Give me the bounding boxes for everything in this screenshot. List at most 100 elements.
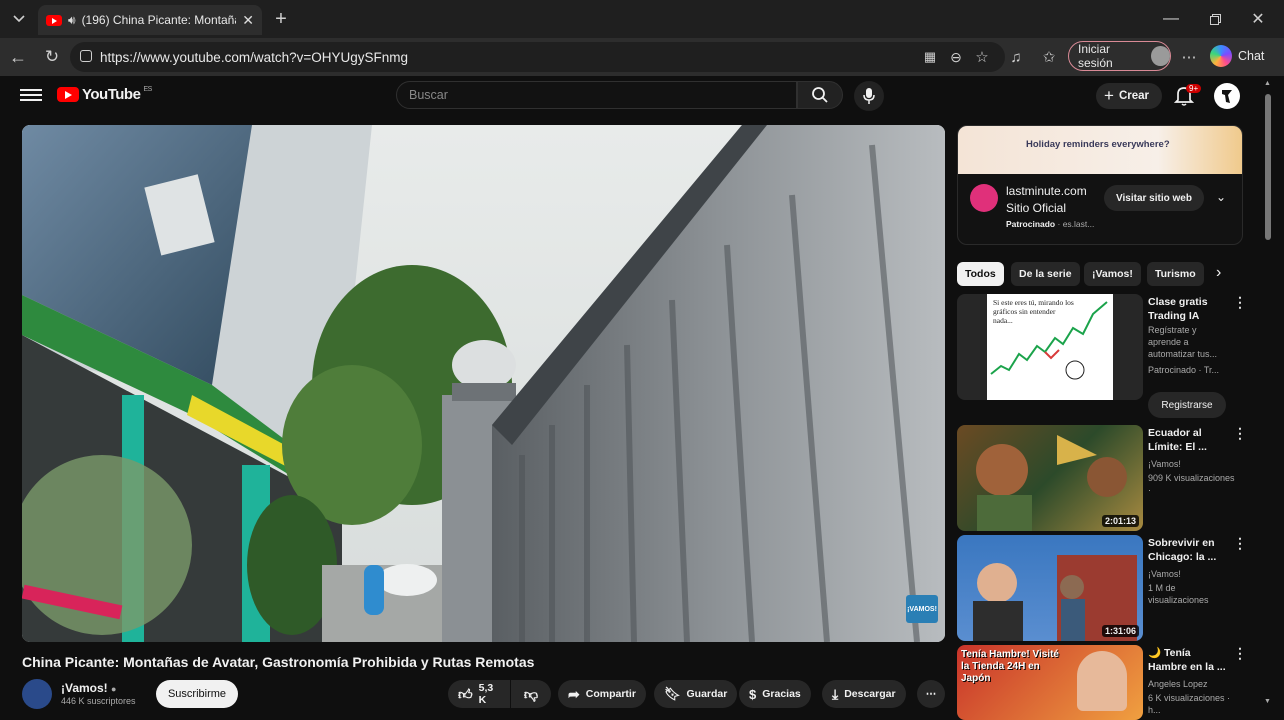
reload-icon[interactable]: ↻ bbox=[39, 44, 65, 70]
save-label: Guardar bbox=[686, 688, 728, 700]
browser-tab[interactable]: 🔊︎ (196) China Picante: Montañas ✕ bbox=[38, 5, 262, 35]
search-button[interactable] bbox=[797, 81, 843, 109]
chip-turismo[interactable]: Turismo bbox=[1147, 262, 1204, 286]
favorites-icon[interactable]: ✩ bbox=[1036, 44, 1062, 70]
create-button[interactable]: + Crear bbox=[1096, 83, 1162, 109]
register-button[interactable]: Registrarse bbox=[1148, 392, 1226, 418]
scroll-down-arrow-icon[interactable]: ▼ bbox=[1264, 698, 1271, 705]
search-placeholder: Buscar bbox=[409, 88, 448, 102]
scroll-up-arrow-icon[interactable]: ▲ bbox=[1264, 80, 1271, 87]
channel-watermark[interactable]: ¡VAMOS! bbox=[906, 595, 938, 623]
minimize-icon[interactable]: — bbox=[1158, 6, 1184, 32]
chip-de-la-serie[interactable]: De la serie bbox=[1011, 262, 1080, 286]
voice-search-button[interactable] bbox=[854, 81, 884, 111]
thumbs-up-icon: 👍︎ bbox=[458, 685, 473, 702]
chat-label: Chat bbox=[1238, 49, 1265, 63]
rec-thumbnail[interactable]: 1:31:06 bbox=[957, 535, 1143, 641]
new-tab-icon[interactable]: + bbox=[268, 6, 294, 32]
close-tab-icon[interactable]: ✕ bbox=[242, 12, 254, 29]
youtube-play-icon bbox=[57, 87, 79, 102]
thanks-label: Gracias bbox=[762, 688, 801, 700]
thanks-button[interactable]: $ Gracias bbox=[739, 680, 811, 708]
close-window-icon[interactable]: ✕ bbox=[1245, 6, 1271, 32]
share-label: Compartir bbox=[585, 688, 636, 700]
video-title: China Picante: Montañas de Avatar, Gastr… bbox=[22, 654, 535, 670]
subscriber-count: 446 K suscriptores bbox=[61, 696, 136, 706]
visit-site-label: Visitar sitio web bbox=[1116, 192, 1192, 204]
thumb-text: Tenía Hambre! Visité la Tienda 24H en Ja… bbox=[961, 649, 1059, 684]
signin-button[interactable]: Iniciar sesión bbox=[1068, 41, 1171, 71]
rec-menu-icon[interactable]: ⋮ bbox=[1233, 425, 1247, 442]
hamburger-menu-icon[interactable] bbox=[20, 86, 42, 104]
chip-vamos[interactable]: ¡Vamos! bbox=[1084, 262, 1141, 286]
watermark-text: ¡VAMOS! bbox=[907, 605, 937, 613]
copilot-chat-button[interactable]: Chat bbox=[1210, 42, 1276, 70]
chip-label: Turismo bbox=[1155, 268, 1196, 280]
rec-title[interactable]: 🌙 Tenía Hambre en la ... bbox=[1148, 646, 1228, 674]
ad-headline: Sitio Oficial bbox=[1006, 201, 1067, 215]
dislike-button[interactable]: 👎︎ bbox=[511, 680, 551, 708]
chip-todos[interactable]: Todos bbox=[957, 262, 1004, 286]
visit-site-button[interactable]: Visitar sitio web bbox=[1104, 185, 1204, 211]
copilot-icon bbox=[1210, 45, 1232, 67]
restore-icon[interactable] bbox=[1202, 6, 1228, 32]
channel-name[interactable]: ¡Vamos! ● bbox=[61, 681, 116, 695]
youtube-header: YouTube ES Buscar + Crear 9+ bbox=[0, 76, 1284, 116]
chip-label: ¡Vamos! bbox=[1092, 268, 1133, 280]
search-input[interactable]: Buscar bbox=[396, 81, 797, 109]
address-bar[interactable]: https://www.youtube.com/watch?v=OHYUgySF… bbox=[70, 42, 1005, 72]
signin-label: Iniciar sesión bbox=[1078, 42, 1113, 70]
rec-thumbnail[interactable]: Tenía Hambre! Visité la Tienda 24H en Ja… bbox=[957, 645, 1143, 720]
download-button[interactable]: ⤓ Descargar bbox=[822, 680, 906, 708]
logo-text: YouTube bbox=[82, 86, 141, 103]
like-count: 5,3 K bbox=[478, 682, 494, 706]
tab-title: (196) China Picante: Montañas bbox=[81, 13, 237, 27]
rec-thumbnail[interactable]: Si este eres tú, mirando los gráficos si… bbox=[957, 294, 1143, 400]
rec-menu-icon[interactable]: ⋮ bbox=[1233, 535, 1247, 552]
ad-banner-text: Holiday reminders everywhere? bbox=[1026, 139, 1170, 150]
chip-label: De la serie bbox=[1019, 268, 1072, 280]
advertiser-logo bbox=[970, 184, 998, 212]
rec-title[interactable]: Clase gratis Trading IA bbox=[1148, 295, 1228, 323]
trading-ad-image: Si este eres tú, mirando los gráficos si… bbox=[987, 294, 1113, 400]
chips-next-chevron-icon[interactable]: › bbox=[1216, 264, 1221, 282]
ad-card[interactable]: Holiday reminders everywhere? lastminute… bbox=[957, 125, 1243, 245]
notifications-badge: 9+ bbox=[1186, 84, 1202, 93]
rec-thumbnail[interactable]: 2:01:13 bbox=[957, 425, 1143, 531]
rec-title[interactable]: Sobrevivir en Chicago: la ... bbox=[1148, 536, 1228, 564]
tab-list-chevron-icon[interactable] bbox=[6, 6, 32, 32]
video-duration: 2:01:13 bbox=[1101, 515, 1139, 527]
video-player[interactable]: ¡VAMOS! bbox=[22, 125, 945, 642]
site-info-icon[interactable] bbox=[80, 50, 92, 62]
share-button[interactable]: ➦ Compartir bbox=[558, 680, 646, 708]
more-actions-button[interactable]: ⋯ bbox=[917, 680, 945, 708]
user-avatar[interactable] bbox=[1214, 83, 1240, 109]
like-button[interactable]: 👍︎ 5,3 K bbox=[448, 680, 510, 708]
more-menu-icon[interactable]: ⋯ bbox=[1176, 44, 1202, 70]
back-icon[interactable]: ← bbox=[5, 44, 31, 70]
channel-avatar[interactable] bbox=[22, 679, 52, 709]
app-available-icon[interactable]: ▦ bbox=[917, 44, 943, 70]
channel-name-text: ¡Vamos! bbox=[61, 681, 108, 695]
rec-menu-icon[interactable]: ⋮ bbox=[1233, 294, 1247, 311]
media-icon[interactable]: ♫ bbox=[1003, 44, 1029, 70]
download-label: Descargar bbox=[844, 688, 896, 700]
save-button[interactable]: 🔖︎ Guardar bbox=[654, 680, 738, 708]
thumb-person bbox=[1077, 651, 1127, 711]
speaker-icon[interactable]: 🔊︎ bbox=[68, 13, 76, 28]
favorite-star-icon[interactable]: ☆ bbox=[969, 44, 995, 70]
logo-region: ES bbox=[143, 86, 152, 93]
youtube-page: YouTube ES Buscar + Crear 9+ ¡VAMOS! Chi… bbox=[0, 76, 1284, 720]
rec-channel: ¡Vamos! bbox=[1148, 569, 1181, 579]
rec-title[interactable]: Ecuador al Límite: El ... bbox=[1148, 426, 1228, 454]
rec-menu-icon[interactable]: ⋮ bbox=[1233, 645, 1247, 662]
scrollbar-thumb[interactable] bbox=[1265, 94, 1271, 240]
youtube-logo[interactable]: YouTube ES bbox=[57, 86, 152, 103]
rec-views: 6 K visualizaciones · h... bbox=[1148, 693, 1231, 715]
ad-banner[interactable]: Holiday reminders everywhere? bbox=[958, 126, 1242, 174]
subscribe-button[interactable]: Suscribirme bbox=[156, 680, 238, 708]
create-label: Crear bbox=[1118, 90, 1149, 102]
ad-expand-chevron-icon[interactable]: ⌄ bbox=[1216, 190, 1226, 204]
zoom-icon[interactable]: ⊖ bbox=[943, 44, 969, 70]
more-horizontal-icon: ⋯ bbox=[925, 688, 937, 700]
